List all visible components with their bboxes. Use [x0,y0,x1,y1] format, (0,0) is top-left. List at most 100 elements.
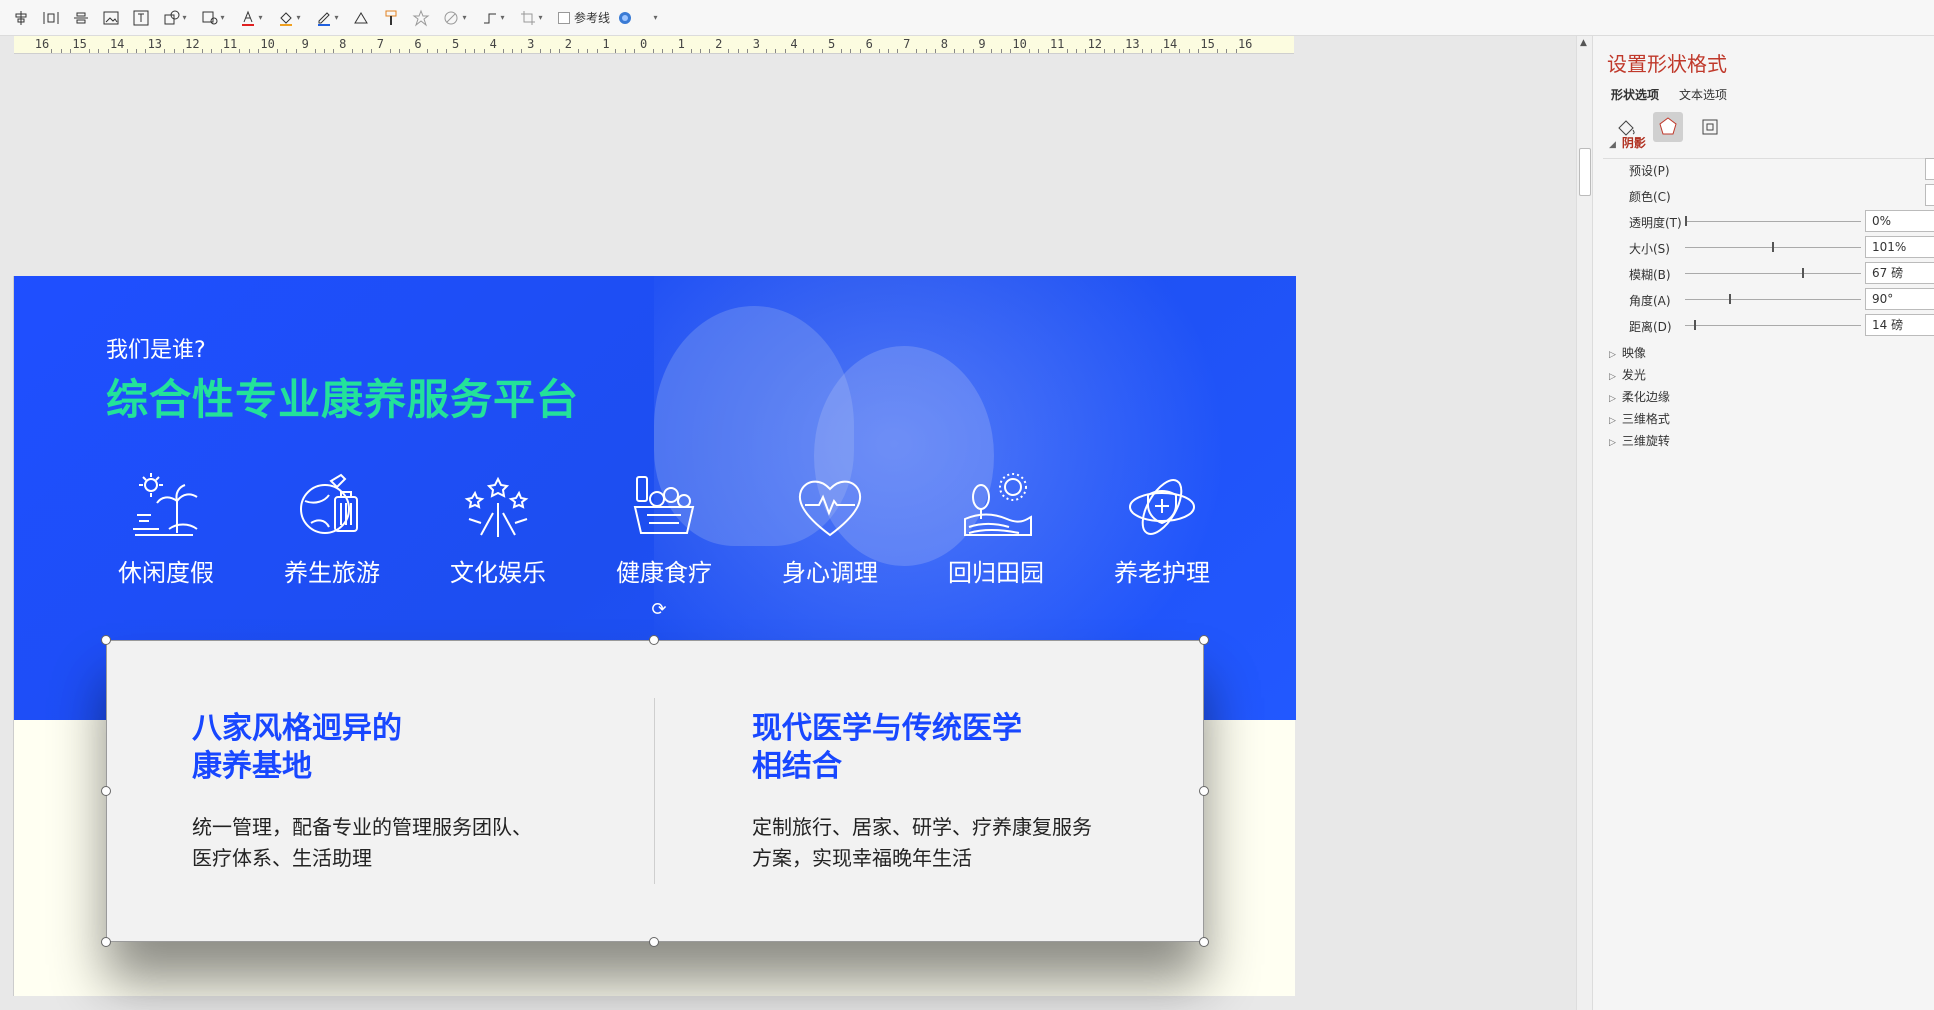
format-painter-icon[interactable] [376,4,406,32]
distance-input[interactable]: 14 磅 [1865,314,1934,336]
section-soft-edges[interactable]: ▷ 柔化边缘 [1609,388,1670,405]
section-glow[interactable]: ▷ 发光 [1609,366,1646,383]
slider-knob[interactable] [1801,268,1804,278]
service-item[interactable]: 文化娱乐 [438,471,558,588]
vertical-scrollbar[interactable]: ▲ [1576,36,1592,1010]
resize-handle[interactable] [1199,786,1209,796]
info-card[interactable]: ⟳ 八家风格迥异的 康养基地 统一管理，配备专业的管理服务团队、 医疗体系、生活助理… [101,600,1209,947]
shape-effect-icon[interactable]: ▾ [436,4,474,32]
service-item[interactable]: 健康食疗 [604,471,724,588]
section-shadow[interactable]: ◢ 阴影 [1609,134,1646,151]
angle-input[interactable]: 90° [1865,288,1934,310]
star-icon[interactable] [406,4,436,32]
transparency-input[interactable]: 0% [1865,210,1934,232]
tab-shape-options[interactable]: 形状选项 [1611,86,1659,103]
service-item[interactable]: 身心调理 [770,471,890,588]
scroll-up-icon[interactable]: ▲ [1580,38,1587,48]
ruler-tick [145,49,147,53]
color-dropdown[interactable] [1925,184,1934,206]
format-shape-panel: 设置形状格式 形状选项 文本选项 ◢ 阴影 预设(P) 颜色(C) 透明度(T) 0… [1592,36,1934,1010]
slider-knob[interactable] [1685,216,1687,226]
image-frame-icon[interactable] [96,4,126,32]
resize-handle[interactable] [101,635,111,645]
slider-knob[interactable] [1772,242,1774,252]
ruler-tick [549,49,551,53]
service-item[interactable]: 休闲度假 [106,471,226,588]
angle-slider[interactable] [1685,294,1861,304]
text-box-icon[interactable] [126,4,156,32]
resize-handle[interactable] [649,635,659,645]
section-3d-rotation[interactable]: ▷ 三维旋转 [1609,432,1670,449]
ruler-number: 10 [1012,37,1027,51]
align-middle-icon[interactable] [66,4,96,32]
shape-edit-icon[interactable]: ▾ [194,4,232,32]
transparency-slider[interactable] [1685,216,1861,226]
ruler-number: 13 [147,37,163,51]
connector-icon[interactable]: ▾ [474,4,512,32]
ruler-tick [70,49,72,53]
service-label: 养生旅游 [284,559,380,587]
fireworks-icon [464,476,529,537]
size-row: 大小(S) 101% [1629,236,1934,258]
service-item[interactable]: 养生旅游 [272,471,392,588]
resize-handle[interactable] [649,937,659,947]
ruler-tick [1029,49,1030,53]
guides-checkbox[interactable]: 参考线 [558,9,610,26]
globe-luggage-icon [300,473,358,534]
ruler-tick [465,49,466,53]
resize-handle[interactable] [101,937,111,947]
globe-icon[interactable] [610,4,640,32]
section-reflection[interactable]: ▷ 映像 [1609,344,1646,361]
size-input[interactable]: 101% [1865,236,1934,258]
blur-input[interactable]: 67 磅 [1865,262,1934,284]
effects-icon[interactable] [1653,112,1683,142]
rotate-handle-icon[interactable]: ⟳ [649,600,669,620]
service-label: 文化娱乐 [450,559,546,587]
resize-handle[interactable] [1199,937,1209,947]
more-caret-icon[interactable]: ▾ [640,4,670,32]
checkbox-box[interactable] [558,11,570,24]
service-label: 健康食疗 [616,559,712,587]
distribute-icon[interactable] [36,4,66,32]
service-item[interactable]: 回归田园 [936,471,1056,588]
format-icon[interactable] [346,4,376,32]
slider-knob[interactable] [1728,294,1731,304]
slide-title[interactable]: 综合性专业康养服务平台 [106,366,579,427]
align-center-icon[interactable] [6,4,36,32]
ruler-tick [690,49,692,53]
row-label: 透明度(T) [1629,216,1682,230]
crop-icon[interactable]: ▾ [512,4,550,32]
ruler-number: 3 [527,37,535,51]
shape-icon[interactable]: ▾ [156,4,194,32]
resize-handle[interactable] [101,786,111,796]
font-color-icon[interactable]: ▾ [232,4,270,32]
horizontal-ruler[interactable]: 16 15 14 13 12 11 10 9 8 7 6 5 4 3 2 1 0 1 2 3 4 5 6 7 8 9 10 11 12 1… [14,36,1294,54]
ruler-tick [1104,49,1106,53]
fill-color-icon[interactable]: ▾ [270,4,308,32]
ruler-tick [972,49,974,53]
card-column-right[interactable]: 现代医学与传统医学 相结合 定制旅行、居家、研学、疗养康复服务 方案，实现幸福晚年生… [752,710,1152,874]
slider-knob[interactable] [1693,320,1696,330]
ruler-tick [427,49,429,53]
distance-slider[interactable] [1685,320,1861,330]
ruler-tick [1217,49,1218,53]
slide-subtitle[interactable]: 我们是谁? [106,332,206,364]
ruler-tick [577,49,579,53]
resize-handle[interactable] [1199,635,1209,645]
section-3d-format[interactable]: ▷ 三维格式 [1609,410,1670,427]
card-text: 定制旅行、居家、研学、疗养康复服务 方案，实现幸福晚年生活 [752,812,1152,874]
transparency-row: 透明度(T) 0% [1629,210,1934,232]
ruler-tick [183,49,184,53]
preset-dropdown[interactable] [1925,158,1934,180]
ruler-tick [1113,49,1115,53]
size-slider[interactable] [1685,242,1861,252]
scroll-thumb[interactable] [1579,148,1591,196]
outline-color-icon[interactable]: ▾ [308,4,346,32]
blur-slider[interactable] [1685,268,1861,278]
service-item[interactable]: 养老护理 [1102,471,1222,588]
card-column-left[interactable]: 八家风格迥异的 康养基地 统一管理，配备专业的管理服务团队、 医疗体系、生活助理 [192,710,612,874]
size-properties-icon[interactable] [1695,112,1725,142]
slide[interactable]: 我们是谁? 综合性专业康养服务平台 休闲度假 养生旅游 文化娱乐 健康食疗 身心… [13,276,1296,996]
tab-text-options[interactable]: 文本选项 [1679,86,1727,103]
ruler-tick [1198,49,1200,53]
